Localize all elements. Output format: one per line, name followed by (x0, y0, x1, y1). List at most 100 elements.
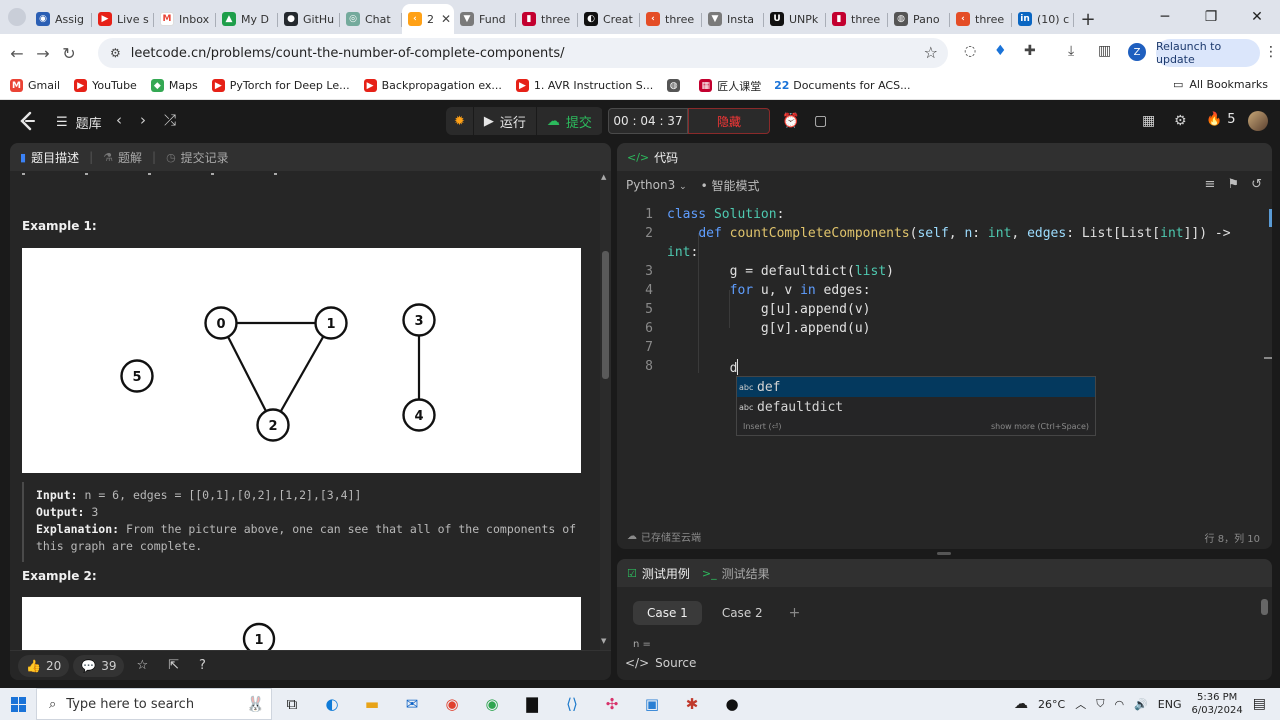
layout-grid-icon[interactable]: ▦ (1142, 113, 1155, 129)
bookmark-item[interactable]: ▶ Backpropagation ex... (363, 79, 502, 92)
browser-tab[interactable]: ◐ Creat (578, 4, 640, 34)
browser-tab[interactable]: ▮ three (516, 4, 578, 34)
problem-tab[interactable]: ⚗ 题解 (103, 149, 142, 166)
format-icon[interactable]: ≡ (1205, 177, 1216, 192)
show-more-hint[interactable]: show more (Ctrl+Space) (991, 422, 1089, 431)
problem-list-button[interactable]: ☰ 题库 (56, 113, 102, 132)
user-avatar[interactable] (1248, 111, 1268, 131)
debug-bug-icon[interactable]: ✹ (446, 107, 474, 135)
browser-tab[interactable]: ▲ My D (216, 4, 278, 34)
panel-resize-handle[interactable] (617, 549, 1272, 559)
url-text[interactable]: leetcode.cn/problems/count-the-number-of… (131, 46, 565, 61)
remote-desktop-icon[interactable]: ▣ (632, 688, 672, 720)
close-window-icon[interactable]: ✕ (1234, 0, 1280, 34)
browser-tab[interactable]: M Inbox (154, 4, 216, 34)
problem-tab[interactable]: ◷ 提交记录 (166, 149, 229, 166)
browser-tab[interactable]: ▼ Fund (454, 4, 516, 34)
outlook-icon[interactable]: ✉ (392, 688, 432, 720)
terminal-icon[interactable]: ▇ (512, 688, 552, 720)
help-icon[interactable]: ? (191, 658, 214, 673)
github-desktop-icon[interactable]: ● (712, 688, 752, 720)
scroll-up-icon[interactable]: ▲ (601, 173, 606, 181)
back-icon[interactable]: ← (4, 44, 30, 63)
taskbar-search-box[interactable]: ⌕ Type here to search 🐰 (36, 688, 272, 720)
browser-tab[interactable]: U UNPk (764, 4, 826, 34)
browser-tab[interactable]: ▼ Insta (702, 4, 764, 34)
extension-icon[interactable]: ◌ (964, 43, 976, 59)
file-explorer-icon[interactable]: ▬ (352, 688, 392, 720)
bookmark-item[interactable]: ▶ PyTorch for Deep Le... (211, 79, 350, 92)
download-icon[interactable]: ⤓ (1068, 43, 1074, 59)
testcase-tab[interactable]: >_ 测试结果 (702, 565, 770, 582)
browser-tab[interactable]: ◍ Pano (888, 4, 950, 34)
maximize-icon[interactable]: ❐ (1188, 0, 1234, 34)
testcase-tab[interactable]: ☑ 测试用例 (627, 565, 690, 582)
settings-gear-icon[interactable]: ⚙ (1174, 113, 1187, 129)
tray-chevron-icon[interactable]: ︿ (1075, 696, 1086, 712)
extension-drop-icon[interactable]: ♦ (994, 43, 1007, 59)
bookmark-item[interactable]: 22 Documents for ACS... (774, 79, 910, 92)
bookmark-item[interactable]: ◍ (667, 79, 685, 92)
shuffle-icon[interactable]: ⤮ (164, 111, 176, 129)
notes-icon[interactable]: ▢ (814, 113, 827, 129)
bookmark-item[interactable]: ▦ 匠人课堂 (699, 78, 761, 94)
minimize-icon[interactable]: ─ (1142, 0, 1188, 34)
temperature[interactable]: 26°C (1038, 698, 1065, 711)
extensions-puzzle-icon[interactable]: ✚ (1024, 43, 1036, 59)
new-tab-button[interactable]: + (1074, 4, 1102, 34)
ide-icon[interactable]: ✱ (672, 688, 712, 720)
add-case-icon[interactable]: + (783, 605, 807, 621)
wifi-icon[interactable]: ◠ (1114, 698, 1124, 711)
leetcode-logo-icon[interactable] (16, 110, 38, 132)
site-info-icon[interactable]: ⚙ (110, 46, 121, 60)
task-view-icon[interactable]: ⧉ (272, 688, 312, 720)
share-icon[interactable]: ⇱ (160, 658, 187, 673)
streak-counter[interactable]: 🔥 5 (1206, 112, 1235, 127)
hide-timer-button[interactable]: 隐藏 (688, 108, 770, 134)
browser-tab[interactable]: ● GitHu (278, 4, 340, 34)
run-button[interactable]: ▶ 运行 (474, 107, 537, 135)
menu-kebab-icon[interactable]: ⋮ (1264, 44, 1278, 60)
browser-tab[interactable]: ‹ three (640, 4, 702, 34)
problem-scrollbar[interactable]: ▲ ▼ (600, 171, 611, 650)
address-bar[interactable]: ⚙ leetcode.cn/problems/count-the-number-… (98, 38, 948, 68)
browser-tab[interactable]: ‹ 2 ✕ (402, 4, 454, 34)
problem-tab[interactable]: ▮ 题目描述 (20, 149, 79, 166)
case-tab[interactable]: Case 2 (708, 601, 777, 625)
bookmark-item[interactable]: M Gmail (10, 79, 60, 92)
language-select[interactable]: Python3 ⌄ (626, 178, 687, 192)
insert-hint[interactable]: Insert (⏎) (743, 422, 781, 431)
case-tab[interactable]: Case 1 (633, 601, 702, 625)
chrome-profile-icon[interactable]: ◉ (472, 688, 512, 720)
code-editor[interactable]: 1 2 3 4 5 6 7 8 class Solution: def countComple… (617, 203, 1272, 523)
scrollbar-thumb[interactable] (602, 251, 609, 379)
prev-problem-icon[interactable]: ‹ (116, 111, 122, 129)
browser-tab[interactable]: ‹ three (950, 4, 1012, 34)
timer-display[interactable]: 00 : 04 : 37 (608, 108, 688, 134)
reload-icon[interactable]: ↻ (56, 44, 82, 63)
browser-tab[interactable]: ▶ Live s (92, 4, 154, 34)
security-shield-icon[interactable]: ⛉ (1096, 697, 1104, 711)
edge-browser-icon[interactable]: ◐ (312, 688, 352, 720)
browser-tab[interactable]: ◎ Chat (340, 4, 402, 34)
windows-start-icon[interactable] (0, 688, 36, 720)
reset-code-icon[interactable]: ↺ (1251, 177, 1262, 192)
smart-mode-toggle[interactable]: • 智能模式 (701, 177, 760, 194)
bookmark-star-icon[interactable]: ☆ (924, 43, 938, 62)
bookmark-item[interactable]: ▶ 1. AVR Instruction S... (515, 79, 653, 92)
bookmark-item[interactable]: ◆ Maps (150, 79, 198, 92)
slack-icon[interactable]: ✣ (592, 688, 632, 720)
browser-tab[interactable]: ▮ three (826, 4, 888, 34)
forward-icon[interactable]: → (30, 44, 56, 63)
bookmark-icon[interactable]: ⚑ (1227, 177, 1239, 192)
vscode-icon[interactable]: ⟨⟩ (552, 688, 592, 720)
comments-button[interactable]: 💬 39 (73, 654, 125, 677)
side-panel-icon[interactable]: ▥ (1098, 43, 1111, 59)
bookmark-item[interactable]: ▶ YouTube (74, 79, 137, 92)
browser-tab[interactable]: ◉ Assig (30, 4, 92, 34)
input-language[interactable]: ENG (1158, 698, 1182, 711)
scroll-down-icon[interactable]: ▼ (601, 637, 606, 645)
alarm-icon[interactable]: ⏰ (782, 113, 799, 129)
profile-avatar[interactable]: Z (1128, 43, 1146, 61)
clock[interactable]: 5:36 PM 6/03/2024 (1191, 691, 1242, 717)
